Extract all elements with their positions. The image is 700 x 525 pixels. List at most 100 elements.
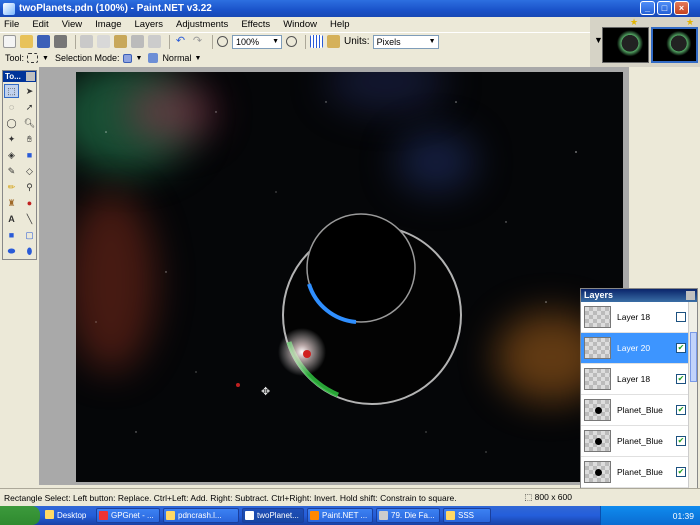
blend-mode-icon [148, 53, 159, 63]
canvas-workspace[interactable]: ✥ [39, 67, 629, 485]
taskbar-item-sss[interactable]: SSS [443, 508, 491, 523]
paste-icon[interactable] [114, 35, 127, 48]
taskbar-item-paintnet[interactable]: Paint.NET ... [307, 508, 373, 523]
copy-icon[interactable] [97, 35, 110, 48]
units-combo[interactable]: Pixels ▼ [372, 34, 439, 49]
new-icon[interactable] [3, 35, 16, 48]
lasso-select-tool[interactable]: ◌ [4, 100, 19, 114]
layers-panel: Layers Layer 18 Layer 20 ✔ Layer 18 ✔ Planet_… [580, 288, 699, 506]
text-tool[interactable]: A [4, 212, 19, 226]
taskbar-item-twoplanets[interactable]: twoPlanet... [242, 508, 304, 523]
menu-edit[interactable]: Edit [32, 19, 48, 30]
layer-visibility-checkbox[interactable]: ✔ [676, 374, 686, 384]
ruler-icon[interactable] [327, 35, 340, 48]
layer-visibility-checkbox[interactable] [676, 312, 686, 322]
lens-flare [278, 328, 326, 376]
pencil-tool[interactable]: ✏︎ [4, 180, 19, 194]
layer-row[interactable]: Layer 18 ✔ [581, 364, 697, 395]
units-value: Pixels [376, 36, 401, 47]
taskbar-item-desktop[interactable]: Desktop [43, 508, 93, 523]
menu-view[interactable]: View [62, 19, 82, 30]
move-cursor-icon: ✥ [261, 386, 271, 398]
menu-adjustments[interactable]: Adjustments [176, 19, 228, 30]
layer-visibility-checkbox[interactable]: ✔ [676, 405, 686, 415]
move-selected-tool[interactable]: ➚ [22, 100, 37, 114]
color-picker-tool[interactable]: ⚲ [22, 180, 37, 194]
layer-visibility-checkbox[interactable]: ✔ [676, 343, 686, 353]
zoom-out-icon[interactable] [217, 36, 228, 47]
pan-tool[interactable]: ✋︎ [22, 132, 37, 146]
print-icon[interactable] [54, 35, 67, 48]
layer-row[interactable]: Planet_Blue ✔ [581, 457, 697, 488]
close-icon[interactable] [26, 72, 35, 81]
chevron-down-icon[interactable]: ▼ [194, 55, 201, 62]
zoom-combo[interactable]: 100% ▼ [232, 34, 282, 49]
rectangle-select-tool[interactable]: ⬚ [4, 84, 19, 98]
layer-row[interactable]: Planet_Blue ✔ [581, 426, 697, 457]
planets-artwork [95, 101, 597, 453]
menu-window[interactable]: Window [283, 19, 317, 30]
taskbar-item-label: pdncrash.l... [178, 511, 222, 520]
media-icon [379, 511, 388, 520]
image-size: ⬚ 800 x 600 [524, 492, 572, 502]
cut-icon[interactable] [80, 35, 93, 48]
minimize-button[interactable]: _ [640, 1, 655, 15]
taskbar-item-pdncrash[interactable]: pdncrash.l... [163, 508, 239, 523]
chevron-down-icon[interactable]: ▼ [136, 55, 143, 62]
ellipse-tool[interactable]: ⬬ [4, 244, 19, 258]
start-button[interactable] [0, 506, 40, 525]
layer-visibility-checkbox[interactable]: ✔ [676, 467, 686, 477]
save-icon[interactable] [37, 35, 50, 48]
eraser-tool[interactable]: ◇ [22, 164, 37, 178]
layer-visibility-checkbox[interactable]: ✔ [676, 436, 686, 446]
tools-panel-title: To... [5, 72, 21, 81]
close-button[interactable]: × [674, 1, 689, 15]
chevron-down-icon[interactable]: ▼ [42, 55, 49, 62]
close-icon[interactable] [686, 291, 695, 300]
paint-bucket-tool[interactable]: ◈ [4, 148, 19, 162]
line-curve-tool[interactable]: ╲ [22, 212, 37, 226]
layer-row[interactable]: Layer 18 [581, 302, 697, 333]
zoom-tool[interactable]: 🔍︎ [22, 116, 37, 130]
image-thumbnail-active[interactable] [651, 27, 698, 63]
recolor-tool[interactable]: ● [22, 196, 37, 210]
layer-row[interactable]: Layer 20 ✔ [581, 333, 697, 364]
scrollbar-thumb[interactable] [690, 332, 697, 382]
taskbar-item-die-fa[interactable]: 79. Die Fa... [376, 508, 440, 523]
ellipse-select-tool[interactable]: ◯ [4, 116, 19, 130]
zoom-in-icon[interactable] [286, 36, 297, 47]
selection-mode-icon[interactable] [122, 53, 132, 63]
menu-file[interactable]: File [4, 19, 19, 30]
layer-name: Planet_Blue [617, 467, 663, 477]
redo-icon[interactable]: ↷ [191, 35, 204, 48]
undo-icon[interactable]: ↶ [174, 35, 187, 48]
maximize-button[interactable]: □ [657, 1, 672, 15]
layers-scrollbar[interactable] [688, 302, 697, 492]
layer-name: Layer 20 [617, 343, 651, 353]
rectangle-select-icon[interactable] [27, 53, 39, 63]
rounded-rectangle-tool[interactable]: ▢ [22, 228, 37, 242]
clock[interactable]: 01:39 [673, 511, 694, 521]
blend-mode-value[interactable]: Normal [162, 53, 191, 63]
deselect-icon[interactable] [148, 35, 161, 48]
open-icon[interactable] [20, 35, 33, 48]
menu-help[interactable]: Help [330, 19, 350, 30]
magic-wand-tool[interactable]: ✦ [4, 132, 19, 146]
taskbar-item-label: 79. Die Fa... [391, 511, 435, 520]
clone-stamp-tool[interactable]: ♜ [4, 196, 19, 210]
move-selection-tool[interactable]: ➤ [22, 84, 37, 98]
grid-icon[interactable] [310, 35, 323, 48]
paintbrush-tool[interactable]: ✎ [4, 164, 19, 178]
crop-icon[interactable] [131, 35, 144, 48]
menu-layers[interactable]: Layers [135, 19, 164, 30]
image-thumbnail[interactable] [602, 27, 649, 63]
taskbar-item-gpgnet[interactable]: GPGnet - ... [96, 508, 160, 523]
image-canvas[interactable] [76, 72, 623, 482]
rectangle-tool[interactable]: ■ [4, 228, 19, 242]
menu-effects[interactable]: Effects [241, 19, 270, 30]
gradient-tool[interactable]: ■ [22, 148, 37, 162]
layer-row[interactable]: Planet_Blue ✔ [581, 395, 697, 426]
menu-image[interactable]: Image [95, 19, 121, 30]
status-bar: Rectangle Select: Left button: Replace. … [0, 488, 700, 506]
freeform-shape-tool[interactable]: ⬮ [22, 244, 37, 258]
